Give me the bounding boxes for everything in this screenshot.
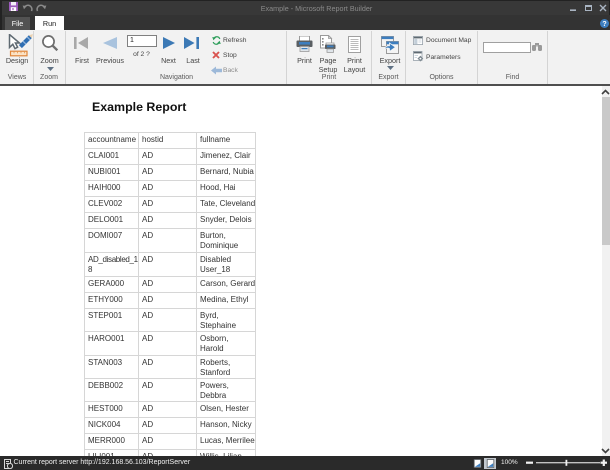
svg-text:?: ?: [602, 21, 606, 28]
